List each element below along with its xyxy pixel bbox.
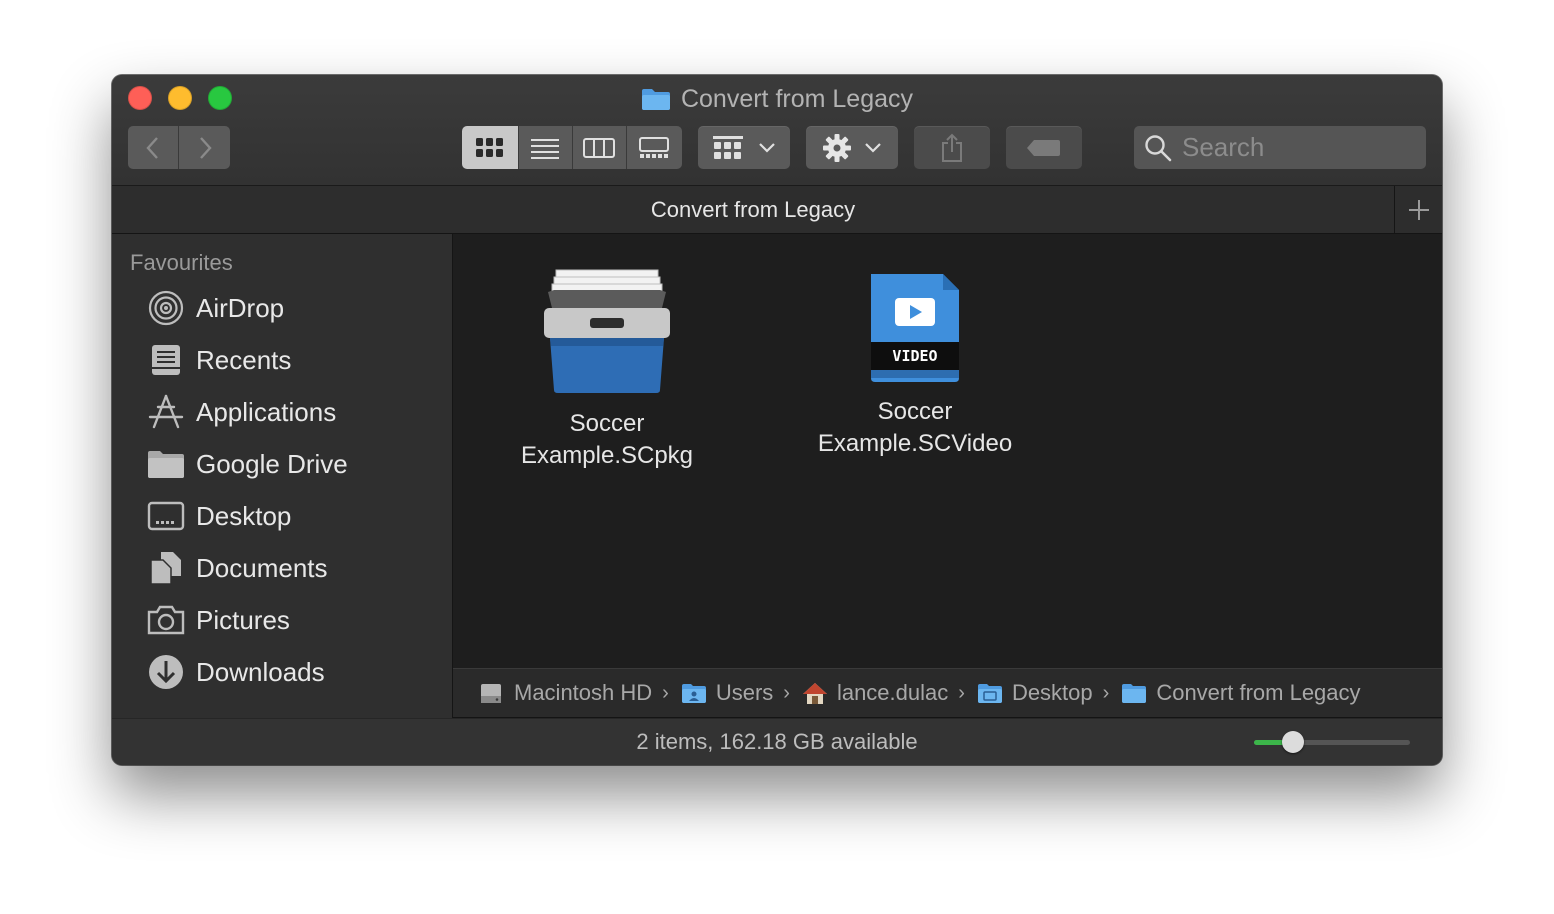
users-folder-icon [681,682,707,704]
window-title-text: Convert from Legacy [680,84,914,113]
documents-icon [146,548,186,588]
desktop-icon [146,496,186,536]
camera-icon [146,600,186,640]
path-crumb-macintosh-hd[interactable]: Macintosh HD › [479,680,681,706]
chevron-down-icon [759,142,775,153]
path-crumb-label: Desktop [1011,680,1093,705]
path-crumb-label: Users [715,680,774,705]
sidebar-item-label: Google Drive [196,448,348,479]
path-crumb-home[interactable]: lance.dulac › [802,680,977,706]
nav-buttons [128,126,230,169]
file-item[interactable]: VIDEO Soccer Example.SCVideo [795,272,1035,460]
sidebar-item-google-drive[interactable]: Google Drive [146,442,446,486]
tag-icon [1027,139,1060,156]
window-title: Convert from Legacy [112,84,1442,114]
view-mode-control [462,126,682,169]
chevron-right-icon: › [1102,681,1110,704]
sidebar-item-label: AirDrop [196,292,285,323]
status-bar: 2 items, 162.18 GB available [112,719,1442,765]
chevron-left-icon [146,136,158,159]
plus-icon [1409,199,1429,220]
home-icon [802,682,828,704]
icon-view-button[interactable] [462,126,520,169]
finder-window: Convert from Legacy Search Convert from … [112,75,1442,765]
forward-button[interactable] [179,126,230,169]
path-bar: Macintosh HD › Users › lance.dulac › Des… [453,668,1442,718]
group-by-button[interactable] [698,126,790,169]
status-text: 2 items, 162.18 GB available [636,729,918,754]
download-icon [146,652,186,692]
grid-icon [476,137,504,157]
path-crumb-desktop[interactable]: Desktop › [977,680,1121,706]
sidebar-item-desktop[interactable]: Desktop [146,494,446,538]
chevron-right-icon: › [662,681,669,704]
path-crumb-label: Convert from Legacy [1156,680,1361,705]
sidebar-item-label: Downloads [196,656,325,687]
icon-size-slider[interactable] [1254,731,1410,753]
chevron-right-icon: › [958,681,965,704]
sidebar-heading: Favourites [130,250,233,275]
file-name-line1: Soccer [877,398,953,425]
sidebar-item-airdrop[interactable]: AirDrop [146,286,446,330]
recents-icon [146,340,186,380]
new-tab-button[interactable] [1394,186,1442,233]
search-icon [1145,134,1172,161]
sidebar-item-label: Pictures [196,604,290,635]
sidebar-item-recents[interactable]: Recents [146,338,446,382]
sidebar-item-label: Recents [196,344,292,375]
folder-icon [1121,682,1147,704]
sidebar-item-label: Desktop [196,500,292,531]
group-icon [713,135,743,159]
chevron-right-icon: › [783,681,790,704]
gear-icon [823,133,851,162]
list-view-button[interactable] [519,126,573,169]
file-name-line2: Example.SCVideo [817,430,1013,457]
applications-icon [146,392,186,432]
file-name-line1: Soccer [569,410,645,437]
tab-label: Convert from Legacy [650,196,856,222]
title-toolbar: Convert from Legacy Search [112,75,1442,186]
column-view-button[interactable] [572,126,627,169]
list-icon [531,138,560,159]
tab-current[interactable]: Convert from Legacy [112,186,1394,233]
sidebar-item-label: Documents [196,552,328,583]
chevron-right-icon [199,136,212,159]
video-file-icon: VIDEO [795,272,1035,388]
share-button[interactable] [914,126,990,169]
slider-knob[interactable] [1282,731,1304,753]
back-button[interactable] [128,126,179,169]
gallery-view-button[interactable] [626,126,682,169]
sidebar-item-downloads[interactable]: Downloads [146,650,446,694]
columns-icon [583,137,616,158]
desktop-folder-icon [977,682,1003,704]
sidebar-item-documents[interactable]: Documents [146,546,446,590]
airdrop-icon [146,288,186,328]
folder-icon [146,444,186,484]
video-badge: VIDEO [892,347,937,365]
sidebar-item-pictures[interactable]: Pictures [146,598,446,642]
file-name-line2: Example.SCpkg [520,442,694,469]
chevron-down-icon [865,142,881,153]
path-crumb-users[interactable]: Users › [681,680,802,706]
path-crumb-label: lance.dulac [836,680,949,705]
sidebar-item-applications[interactable]: Applications [146,390,446,434]
gallery-icon [639,136,670,158]
folder-icon [641,87,671,111]
file-item[interactable]: Soccer Example.SCpkg [487,268,727,472]
path-crumb-label: Macintosh HD [514,680,653,705]
file-content-area: Soccer Example.SCpkg VIDEO Soccer Exampl… [453,234,1442,668]
hard-drive-icon [479,682,505,704]
search-placeholder: Search [1182,132,1265,162]
tab-bar: Convert from Legacy [112,186,1442,234]
sidebar-item-label: Applications [196,396,337,427]
package-icon [487,268,727,400]
share-icon [942,133,962,162]
tag-button[interactable] [1006,126,1082,169]
sidebar: Favourites AirDrop Recents Applications … [112,234,453,718]
search-input[interactable]: Search [1134,126,1426,169]
path-crumb-current[interactable]: Convert from Legacy [1121,680,1361,706]
action-button[interactable] [806,126,898,169]
